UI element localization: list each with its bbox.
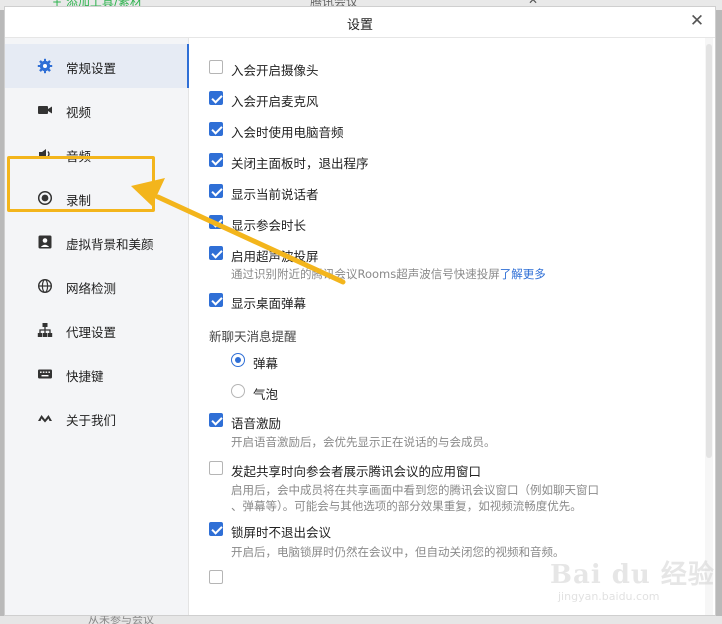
globe-icon: [37, 278, 53, 294]
checkbox[interactable]: [209, 522, 223, 536]
checkbox[interactable]: [209, 413, 223, 427]
gear-icon: [37, 58, 53, 74]
background-footer-text: 从未参与会议: [88, 616, 154, 624]
option-label: 锁屏时不退出会议: [231, 525, 332, 540]
radio-label: 气泡: [253, 387, 279, 402]
sidebar-item-general[interactable]: 常规设置: [5, 44, 189, 88]
network-tree-icon: [37, 323, 53, 337]
ultrasonic-description: 通过识别附近的腾讯会议Rooms超声波信号快速投屏了解更多: [231, 266, 546, 282]
checkbox[interactable]: [209, 60, 223, 74]
sidebar-item-label: 常规设置: [66, 61, 117, 76]
sidebar-item-recording[interactable]: 录制: [5, 176, 188, 220]
share-app-window-description-line2: 、弹幕等）。可能会与其他选项的部分效果重复，如视频流畅度优先。: [231, 499, 582, 513]
dialog-title: 设置: [346, 18, 373, 33]
keyboard-icon: [38, 369, 52, 379]
option-label: 启用超声波投屏: [231, 249, 319, 264]
sidebar-item-label: 音频: [66, 149, 92, 164]
sidebar-item-label: 关于我们: [66, 413, 117, 428]
option-label: 发起共享时向参会者展示腾讯会议的应用窗口: [231, 464, 482, 479]
lock-screen-description: 开启后，电脑锁屏时仍然在会议中，但自动关闭您的视频和音频。: [231, 545, 565, 559]
close-icon[interactable]: ✕: [687, 11, 707, 31]
background-app-footer: 从未参与会议: [0, 616, 722, 624]
portrait-icon: [38, 235, 52, 249]
sidebar-item-label: 视频: [66, 105, 92, 120]
checkbox[interactable]: [209, 153, 223, 167]
checkbox[interactable]: [209, 215, 223, 229]
radio-label: 弹幕: [253, 356, 279, 371]
sidebar-item-label: 网络检测: [66, 281, 117, 296]
ultrasonic-description-text: 通过识别附近的腾讯会议Rooms超声波信号快速投屏: [231, 267, 500, 281]
sidebar-item-about[interactable]: 关于我们: [5, 396, 188, 440]
sidebar-item-video[interactable]: 视频: [5, 88, 188, 132]
sidebar-item-label: 代理设置: [66, 325, 117, 340]
checkbox[interactable]: [209, 122, 223, 136]
learn-more-link[interactable]: 了解更多: [500, 267, 546, 281]
checkbox[interactable]: [209, 184, 223, 198]
speaker-icon: [39, 149, 50, 159]
sidebar-item-audio[interactable]: 音频: [5, 132, 188, 176]
share-app-window-description-line1: 启用后，会中成员将在共享画面中看到您的腾讯会议窗口（例如聊天窗口: [231, 483, 599, 497]
settings-sidebar: 常规设置 视频 音频 录制 虚拟背景和美颜 网络检测 代理设置 快捷键 关于我们: [5, 38, 189, 615]
chat-reminder-title: 新聊天消息提醒: [209, 329, 297, 344]
option-label: 显示桌面弹幕: [231, 296, 307, 311]
checkbox[interactable]: [209, 570, 223, 584]
checkbox[interactable]: [209, 293, 223, 307]
option-label: 显示当前说话者: [231, 187, 319, 202]
sidebar-item-virtual-background[interactable]: 虚拟背景和美颜: [5, 220, 188, 264]
checkbox[interactable]: [209, 246, 223, 260]
sidebar-item-shortcuts[interactable]: 快捷键: [5, 352, 188, 396]
option-label: 入会时使用电脑音频: [231, 125, 344, 140]
sidebar-item-proxy[interactable]: 代理设置: [5, 308, 188, 352]
video-camera-icon: [38, 106, 52, 114]
option-label: 语音激励: [231, 416, 282, 431]
checkbox[interactable]: [209, 91, 223, 105]
sidebar-item-label: 快捷键: [66, 369, 104, 384]
option-label: 入会开启麦克风: [231, 94, 319, 109]
radio-button[interactable]: [231, 384, 245, 398]
dialog-titlebar: 设置 ✕: [5, 7, 715, 38]
radio-button[interactable]: [231, 353, 245, 367]
option-label: 关闭主面板时，退出程序: [231, 156, 369, 171]
record-icon: [37, 190, 53, 206]
option-label: 显示参会时长: [231, 218, 307, 233]
voice-excitation-description: 开启语音激励后，会优先显示正在说话的与会成员。: [231, 435, 496, 449]
sidebar-item-network-test[interactable]: 网络检测: [5, 264, 188, 308]
sidebar-item-label: 虚拟背景和美颜: [66, 237, 154, 252]
checkbox[interactable]: [209, 461, 223, 475]
settings-dialog: 设置 ✕ 常规设置 视频 音频 录制 虚拟背景和美颜 网络检测 代理设置 快捷键…: [4, 6, 716, 616]
option-label: 入会开启摄像头: [231, 63, 319, 78]
logo-icon: [38, 415, 52, 423]
general-settings-panel: 入会开启摄像头 入会开启麦克风 入会时使用电脑音频 关闭主面板时，退出程序 显示…: [189, 38, 713, 615]
sidebar-item-label: 录制: [66, 193, 92, 208]
scrollbar-thumb[interactable]: [706, 44, 712, 458]
content-scrollbar[interactable]: [705, 38, 713, 615]
